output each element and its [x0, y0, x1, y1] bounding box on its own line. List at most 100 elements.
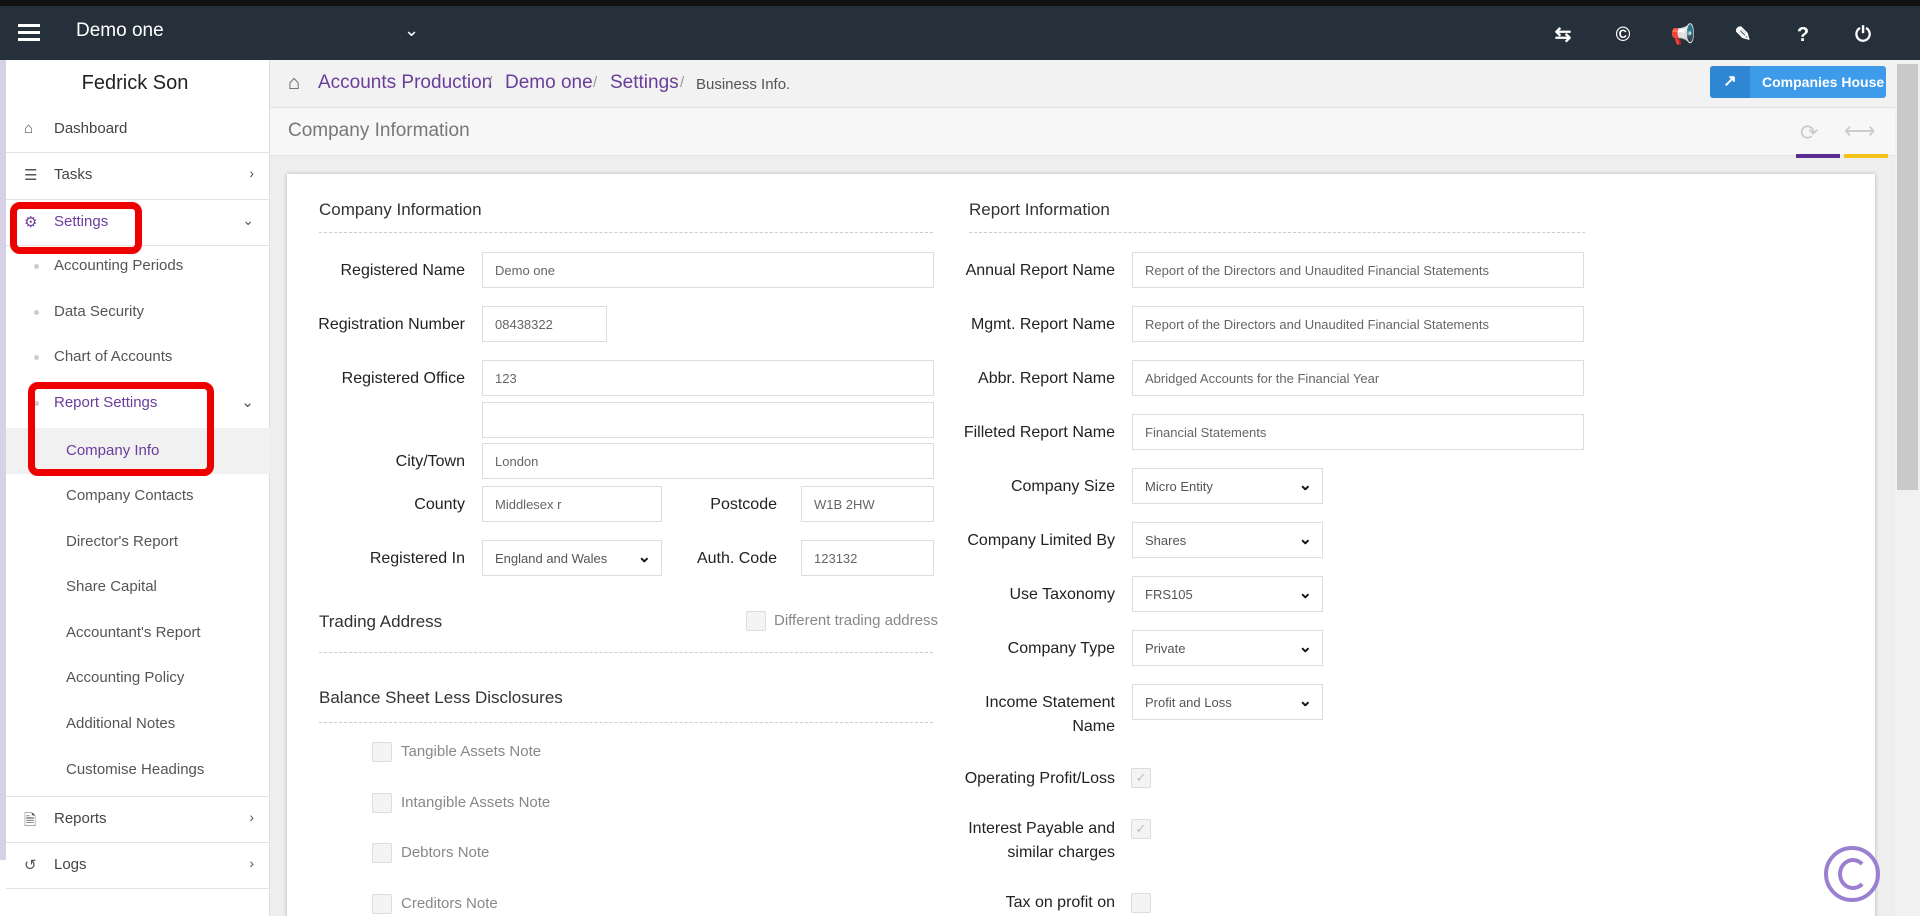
- sidebar-item-dashboard[interactable]: ⌂ Dashboard: [6, 108, 270, 152]
- registered-name-field[interactable]: Demo one: [482, 252, 934, 288]
- mgmt-report-name-field[interactable]: Report of the Directors and Unaudited Fi…: [1132, 306, 1584, 342]
- income-statement-select[interactable]: Profit and Loss ⌄: [1132, 684, 1323, 720]
- city-field[interactable]: London: [482, 443, 934, 479]
- operating-profit-checkbox[interactable]: ✓: [1131, 768, 1151, 788]
- use-taxonomy-label: Use Taxonomy: [1009, 586, 1115, 603]
- expand-icon[interactable]: ⟷: [1844, 118, 1876, 144]
- debtors-note-checkbox[interactable]: [372, 843, 392, 863]
- filleted-report-name-label: Filleted Report Name: [963, 424, 1115, 441]
- user-name: Fedrick Son: [81, 72, 189, 94]
- county-label: County: [414, 496, 465, 513]
- sidebar-item-directors-report[interactable]: Director's Report: [6, 522, 270, 562]
- megaphone-icon[interactable]: 📢: [1668, 20, 1698, 50]
- scrollbar-thumb[interactable]: [1897, 64, 1918, 490]
- highlight-box-company-info: [28, 382, 214, 476]
- sidebar-item-accounting-policy[interactable]: Accounting Policy: [6, 658, 270, 698]
- sidebar-item-label: Accounting Periods: [54, 257, 184, 274]
- sidebar-item-additional-notes[interactable]: Additional Notes: [6, 704, 270, 744]
- hamburger-menu-icon[interactable]: [18, 20, 44, 46]
- company-type-select[interactable]: Private ⌄: [1132, 630, 1323, 666]
- auth-code-label: Auth. Code: [696, 550, 777, 567]
- breadcrumb-current: Business Info.: [696, 76, 791, 93]
- sidebar-item-reports[interactable]: 🗎 Reports ›: [6, 798, 270, 842]
- switch-icon[interactable]: ⇆: [1548, 20, 1578, 50]
- registered-in-value: England and Wales: [495, 551, 608, 566]
- registered-in-label: Registered In: [369, 550, 465, 567]
- copyright-icon[interactable]: ©: [1608, 20, 1638, 50]
- page-title: Company Information: [288, 120, 470, 141]
- debtors-note-label: Debtors Note: [401, 844, 490, 861]
- abbr-report-name-label: Abbr. Report Name: [978, 370, 1115, 387]
- registered-office-label: Registered Office: [341, 370, 465, 387]
- refresh-icon[interactable]: ⟳: [1800, 120, 1818, 146]
- breadcrumb-settings[interactable]: Settings: [610, 72, 679, 94]
- company-limited-by-select[interactable]: Shares ⌄: [1132, 522, 1323, 558]
- different-trading-address-label: Different trading address: [774, 612, 938, 629]
- chevron-down-icon: ⌄: [1298, 639, 1312, 656]
- home-icon[interactable]: ⌂: [288, 72, 300, 95]
- home-icon: ⌂: [24, 120, 34, 137]
- postcode-label: Postcode: [710, 496, 777, 513]
- companies-house-label: Companies House: [1762, 74, 1885, 90]
- interest-payable-checkbox[interactable]: ✓: [1131, 819, 1151, 839]
- registered-office-line1[interactable]: 123: [482, 360, 934, 396]
- sidebar-item-label: Share Capital: [66, 578, 157, 595]
- sidebar-item-company-contacts[interactable]: Company Contacts: [6, 476, 270, 516]
- sidebar-item-data-security[interactable]: Data Security: [6, 292, 270, 332]
- creditors-note-label: Creditors Note: [401, 895, 498, 912]
- company-selector[interactable]: Demo one: [76, 20, 164, 42]
- tax-on-profit-checkbox[interactable]: [1131, 893, 1151, 913]
- breadcrumb-accounts-production[interactable]: Accounts Production: [318, 72, 492, 94]
- intangible-assets-note-checkbox[interactable]: [372, 793, 392, 813]
- chevron-down-icon: ⌄: [1298, 693, 1312, 710]
- sidebar-item-label: Reports: [54, 810, 107, 827]
- interest-payable-label-line2: similar charges: [1007, 844, 1115, 861]
- companies-house-button[interactable]: ↗ Companies House: [1710, 66, 1886, 98]
- registration-number-label: Registration Number: [318, 316, 465, 333]
- registered-in-select[interactable]: England and Wales ⌄: [482, 540, 662, 576]
- history-icon: ↺: [24, 857, 37, 874]
- sidebar-item-tasks[interactable]: ☰ Tasks ›: [6, 154, 270, 198]
- county-field[interactable]: Middlesex r: [482, 486, 662, 522]
- help-icon[interactable]: ?: [1788, 20, 1818, 50]
- use-taxonomy-select[interactable]: FRS105 ⌄: [1132, 576, 1323, 612]
- registered-office-line2[interactable]: [482, 402, 934, 438]
- tax-on-profit-label: Tax on profit on: [1005, 894, 1115, 911]
- sidebar: Fedrick Son ⌂ Dashboard ☰ Tasks › ⚙ Sett…: [0, 60, 270, 916]
- sidebar-item-logs[interactable]: ↺ Logs ›: [6, 844, 270, 888]
- abbr-report-name-field[interactable]: Abridged Accounts for the Financial Year: [1132, 360, 1584, 396]
- filleted-report-name-field[interactable]: Financial Statements: [1132, 414, 1584, 450]
- annual-report-name-field[interactable]: Report of the Directors and Unaudited Fi…: [1132, 252, 1584, 288]
- intangible-assets-note-label: Intangible Assets Note: [401, 794, 551, 811]
- sidebar-item-label: Data Security: [54, 303, 145, 320]
- sidebar-item-label: Additional Notes: [66, 715, 176, 732]
- registered-name-label: Registered Name: [340, 262, 466, 279]
- registration-number-field[interactable]: 08438322: [482, 306, 607, 342]
- use-taxonomy-value: FRS105: [1145, 587, 1193, 602]
- sidebar-item-chart-of-accounts[interactable]: Chart of Accounts: [6, 337, 270, 377]
- top-bar: Demo one ⌄ ⇆ © 📢 ✎ ? ⏻: [0, 0, 1920, 60]
- tangible-assets-note-checkbox[interactable]: [372, 742, 392, 762]
- company-size-select[interactable]: Micro Entity ⌄: [1132, 468, 1323, 504]
- breadcrumb: ⌂ Accounts Production / Demo one / Setti…: [270, 60, 1900, 108]
- sidebar-item-label: Company Contacts: [66, 487, 194, 504]
- auth-code-field[interactable]: 123132: [801, 540, 934, 576]
- power-icon[interactable]: ⏻: [1848, 20, 1878, 50]
- chevron-down-icon: ⌄: [1298, 531, 1312, 548]
- sidebar-item-accountants-report[interactable]: Accountant's Report: [6, 613, 270, 653]
- creditors-note-checkbox[interactable]: [372, 894, 392, 914]
- postcode-field[interactable]: W1B 2HW: [801, 486, 934, 522]
- chat-widget-icon[interactable]: [1824, 846, 1880, 902]
- sidebar-item-label: Accountant's Report: [66, 624, 201, 641]
- sidebar-item-customise-headings[interactable]: Customise Headings: [6, 750, 270, 790]
- mgmt-report-name-label: Mgmt. Report Name: [970, 316, 1115, 333]
- sidebar-item-share-capital[interactable]: Share Capital: [6, 567, 270, 607]
- different-trading-address-checkbox[interactable]: [746, 611, 766, 631]
- chevron-down-icon[interactable]: ⌄: [404, 20, 419, 41]
- company-limited-by-value: Shares: [1145, 533, 1187, 548]
- section-heading-report-information: Report Information: [969, 200, 1110, 219]
- ticket-icon[interactable]: ✎: [1728, 20, 1758, 50]
- chevron-right-icon: ›: [249, 855, 254, 871]
- section-heading-trading-address: Trading Address: [319, 612, 443, 631]
- breadcrumb-demo-one[interactable]: Demo one: [505, 72, 593, 94]
